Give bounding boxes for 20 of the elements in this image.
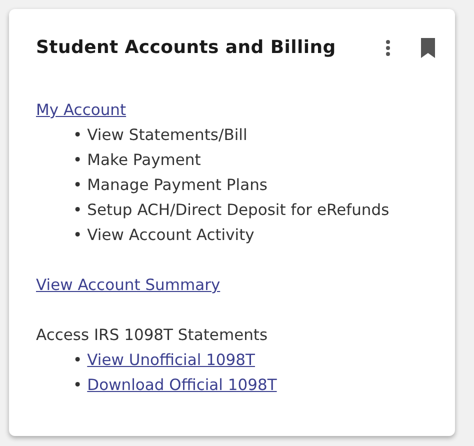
list-item-text: View Statements/Bill [87, 126, 248, 144]
bullet: • [73, 201, 82, 219]
section-heading: Access IRS 1098T Statements [36, 326, 268, 344]
card-title: Student Accounts and Billing [36, 37, 337, 58]
bullet: • [73, 226, 82, 244]
list-item-text: Setup ACH/Direct Deposit for eRefunds [87, 201, 390, 219]
section-link[interactable]: My Account [36, 101, 126, 119]
list-link[interactable]: Download Official 1098T [87, 376, 277, 394]
bullet: • [73, 376, 82, 394]
list-item-text: Manage Payment Plans [87, 176, 268, 194]
section-link[interactable]: View Account Summary [36, 276, 220, 294]
list-link[interactable]: View Unofficial 1098T [87, 351, 255, 369]
bookmark-icon[interactable] [421, 38, 435, 58]
bullet: • [73, 126, 82, 144]
bullet: • [73, 176, 82, 194]
more-menu-icon[interactable] [385, 38, 391, 56]
bullet: • [73, 351, 82, 369]
list-item-text: Make Payment [87, 151, 201, 169]
list-item-text: View Account Activity [87, 226, 254, 244]
bullet: • [73, 151, 82, 169]
